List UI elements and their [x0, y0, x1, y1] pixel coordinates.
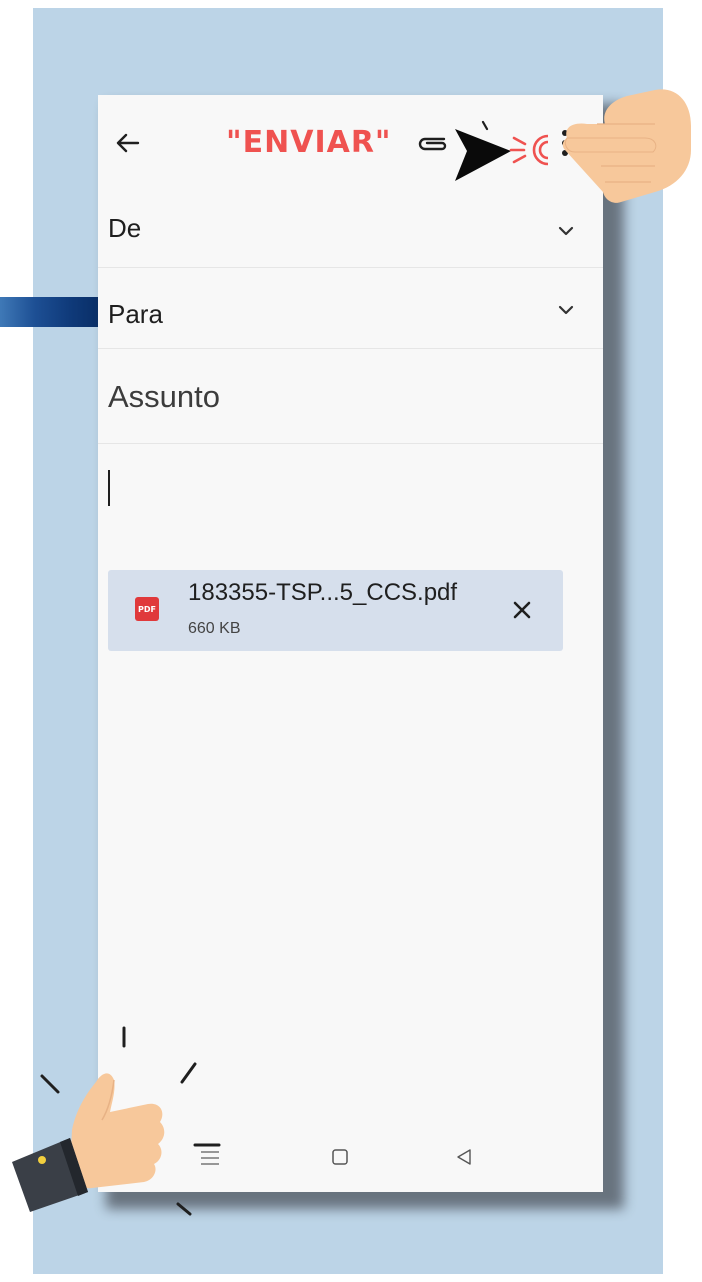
thumbs-up-icon — [12, 1026, 197, 1216]
subject-field[interactable]: Assunto — [98, 348, 603, 444]
attachment-size: 660 KB — [188, 620, 241, 637]
home-icon[interactable] — [330, 1147, 350, 1167]
to-label: Para — [108, 299, 163, 329]
attachment-filename: 183355-TSP...5_CCS.pdf — [188, 579, 458, 606]
chevron-down-icon[interactable] — [557, 304, 575, 316]
subject-placeholder: Assunto — [108, 379, 221, 414]
enviar-annotation: "ENVIAR" — [226, 125, 392, 160]
attachment-chip[interactable]: PDF 183355-TSP...5_CCS.pdf 660 KB — [108, 570, 563, 651]
back-icon[interactable] — [454, 1147, 474, 1167]
send-icon[interactable] — [453, 119, 513, 185]
back-arrow-icon[interactable] — [114, 129, 142, 157]
close-icon[interactable] — [511, 599, 533, 621]
from-label: De — [108, 213, 142, 243]
paperclip-icon[interactable] — [416, 133, 450, 155]
pdf-file-icon: PDF — [135, 597, 159, 621]
pointing-hand-icon — [562, 89, 691, 203]
body-text-cursor[interactable] — [108, 470, 110, 506]
decorative-blue-bar — [0, 297, 100, 327]
chevron-down-icon[interactable] — [557, 225, 575, 237]
to-field[interactable]: Para — [98, 267, 603, 348]
